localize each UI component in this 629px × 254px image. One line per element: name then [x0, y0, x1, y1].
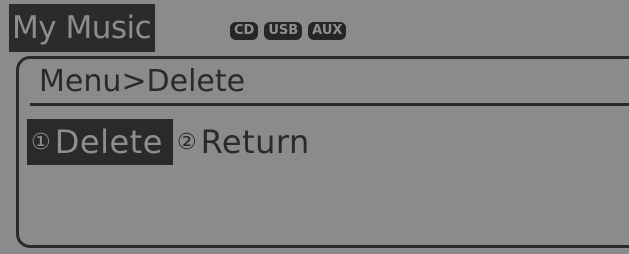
divider [30, 103, 629, 106]
source-indicators: CD USB AUX [230, 22, 347, 40]
menu-option-return[interactable]: ② Return [173, 119, 314, 165]
head-unit-screen: My Music CD USB AUX Menu>Delete ① Delete… [0, 0, 629, 254]
menu-options: ① Delete ② Return [27, 119, 314, 165]
usb-source-badge[interactable]: USB [264, 22, 303, 40]
cd-source-badge[interactable]: CD [230, 22, 259, 40]
menu-option-label: Return [200, 123, 310, 161]
source-title-label: My Music [12, 10, 152, 46]
option-number-2-icon: ② [176, 129, 197, 155]
menu-option-label: Delete [54, 123, 163, 161]
breadcrumb: Menu>Delete [39, 64, 246, 99]
aux-source-badge[interactable]: AUX [308, 22, 347, 40]
option-number-1-icon: ① [31, 129, 51, 155]
menu-option-delete[interactable]: ① Delete [27, 119, 173, 165]
source-title: My Music [9, 4, 156, 52]
